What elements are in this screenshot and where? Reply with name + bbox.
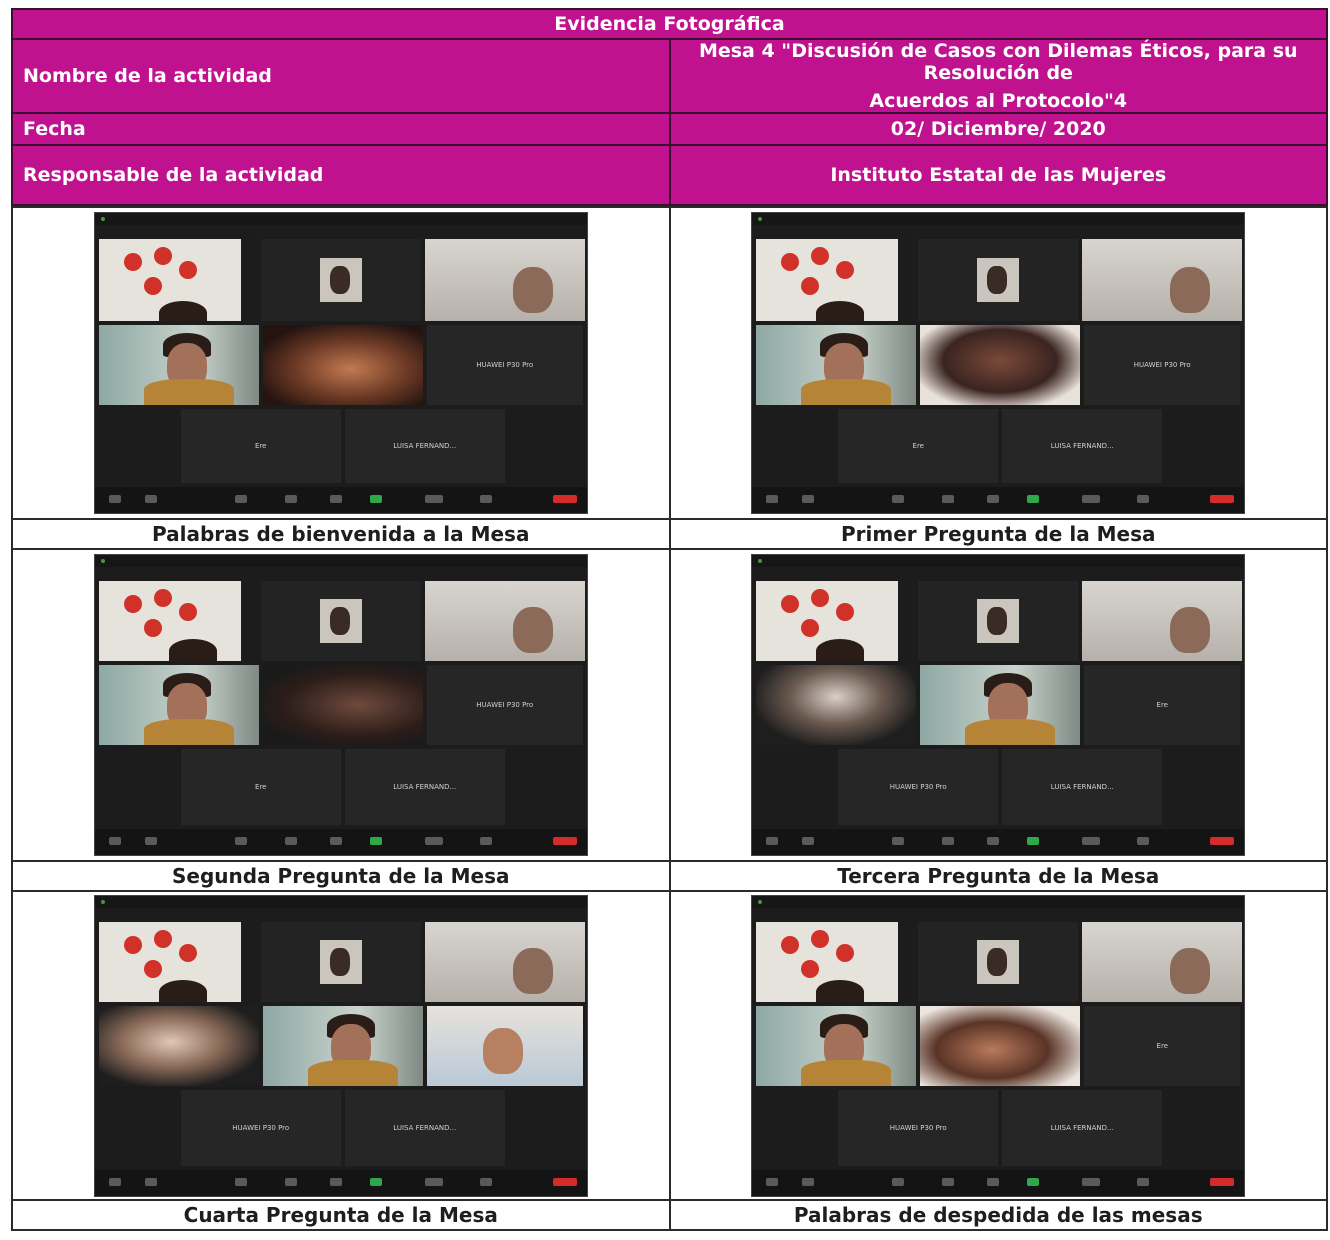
- photo-cell: Ere HUAWEI P30 Pro LUISA FERNAND...: [668, 548, 1328, 862]
- photo-cell: HUAWEI P30 Pro Ere LUISA FERNAND...: [11, 548, 671, 862]
- tile-name: LUISA FERNAND...: [393, 783, 457, 791]
- activity-name-line-1: Mesa 4 "Discusión de Casos con Dilemas É…: [698, 40, 1298, 84]
- tile-name: LUISA FERNAND...: [1050, 783, 1114, 791]
- tile-name: HUAWEI P30 Pro: [232, 1123, 290, 1132]
- activity-name-value: Mesa 4 "Discusión de Casos con Dilemas É…: [668, 38, 1328, 114]
- zoom-screenshot: HUAWEI P30 Pro Ere LUISA FERNAND...: [93, 554, 588, 856]
- tile-name: LUISA FERNAND...: [393, 442, 457, 450]
- photo-caption: Segunda Pregunta de la Mesa: [11, 860, 671, 892]
- header-table: Evidencia Fotográfica Nombre de la activ…: [11, 8, 1328, 206]
- photo-caption: Palabras de bienvenida a la Mesa: [11, 518, 671, 550]
- zoom-screenshot: HUAWEI P30 Pro LUISA FERNAND...: [93, 894, 588, 1197]
- evidence-sheet: Evidencia Fotográfica Nombre de la activ…: [11, 8, 1328, 1231]
- header-title: Evidencia Fotográfica: [11, 8, 1328, 40]
- photo-cell: Ere HUAWEI P30 Pro LUISA FERNAND...: [668, 890, 1328, 1201]
- date-label: Fecha: [11, 112, 671, 146]
- photo-cell: HUAWEI P30 Pro LUISA FERNAND...: [11, 890, 671, 1201]
- responsible-label: Responsable de la actividad: [11, 144, 671, 206]
- tile-name: LUISA FERNAND...: [1050, 1123, 1114, 1132]
- date-value: 02/ Diciembre/ 2020: [668, 112, 1328, 146]
- tile-name: HUAWEI P30 Pro: [889, 783, 947, 791]
- photo-grid: HUAWEI P30 Pro Ere LUISA FERNAND... HUAW…: [11, 206, 1328, 1231]
- photo-cell: HUAWEI P30 Pro Ere LUISA FERNAND...: [11, 206, 671, 520]
- tile-name: LUISA FERNAND...: [393, 1123, 457, 1132]
- tile-name: HUAWEI P30 Pro: [476, 701, 534, 709]
- tile-name: HUAWEI P30 Pro: [476, 361, 534, 369]
- photo-caption: Tercera Pregunta de la Mesa: [668, 860, 1328, 892]
- activity-name-line-2: Acuerdos al Protocolo"4: [869, 90, 1128, 112]
- photo-caption: Cuarta Pregunta de la Mesa: [11, 1199, 671, 1231]
- zoom-screenshot: HUAWEI P30 Pro Ere LUISA FERNAND...: [93, 212, 588, 514]
- tile-name: Ere: [1156, 701, 1168, 709]
- tile-name: LUISA FERNAND...: [1050, 442, 1114, 450]
- tile-name: HUAWEI P30 Pro: [889, 1123, 947, 1132]
- zoom-screenshot: Ere HUAWEI P30 Pro LUISA FERNAND...: [751, 554, 1246, 856]
- zoom-screenshot: HUAWEI P30 Pro Ere LUISA FERNAND...: [751, 212, 1246, 514]
- tile-name: Ere: [255, 442, 267, 450]
- zoom-screenshot: Ere HUAWEI P30 Pro LUISA FERNAND...: [751, 894, 1246, 1197]
- responsible-value: Instituto Estatal de las Mujeres: [668, 144, 1328, 206]
- photo-caption: Primer Pregunta de la Mesa: [668, 518, 1328, 550]
- tile-name: HUAWEI P30 Pro: [1133, 361, 1191, 369]
- photo-cell: HUAWEI P30 Pro Ere LUISA FERNAND...: [668, 206, 1328, 520]
- tile-name: Ere: [255, 783, 267, 791]
- tile-name: Ere: [912, 442, 924, 450]
- photo-caption: Palabras de despedida de las mesas: [668, 1199, 1328, 1231]
- tile-name: Ere: [1156, 1041, 1168, 1050]
- activity-name-label: Nombre de la actividad: [11, 38, 671, 114]
